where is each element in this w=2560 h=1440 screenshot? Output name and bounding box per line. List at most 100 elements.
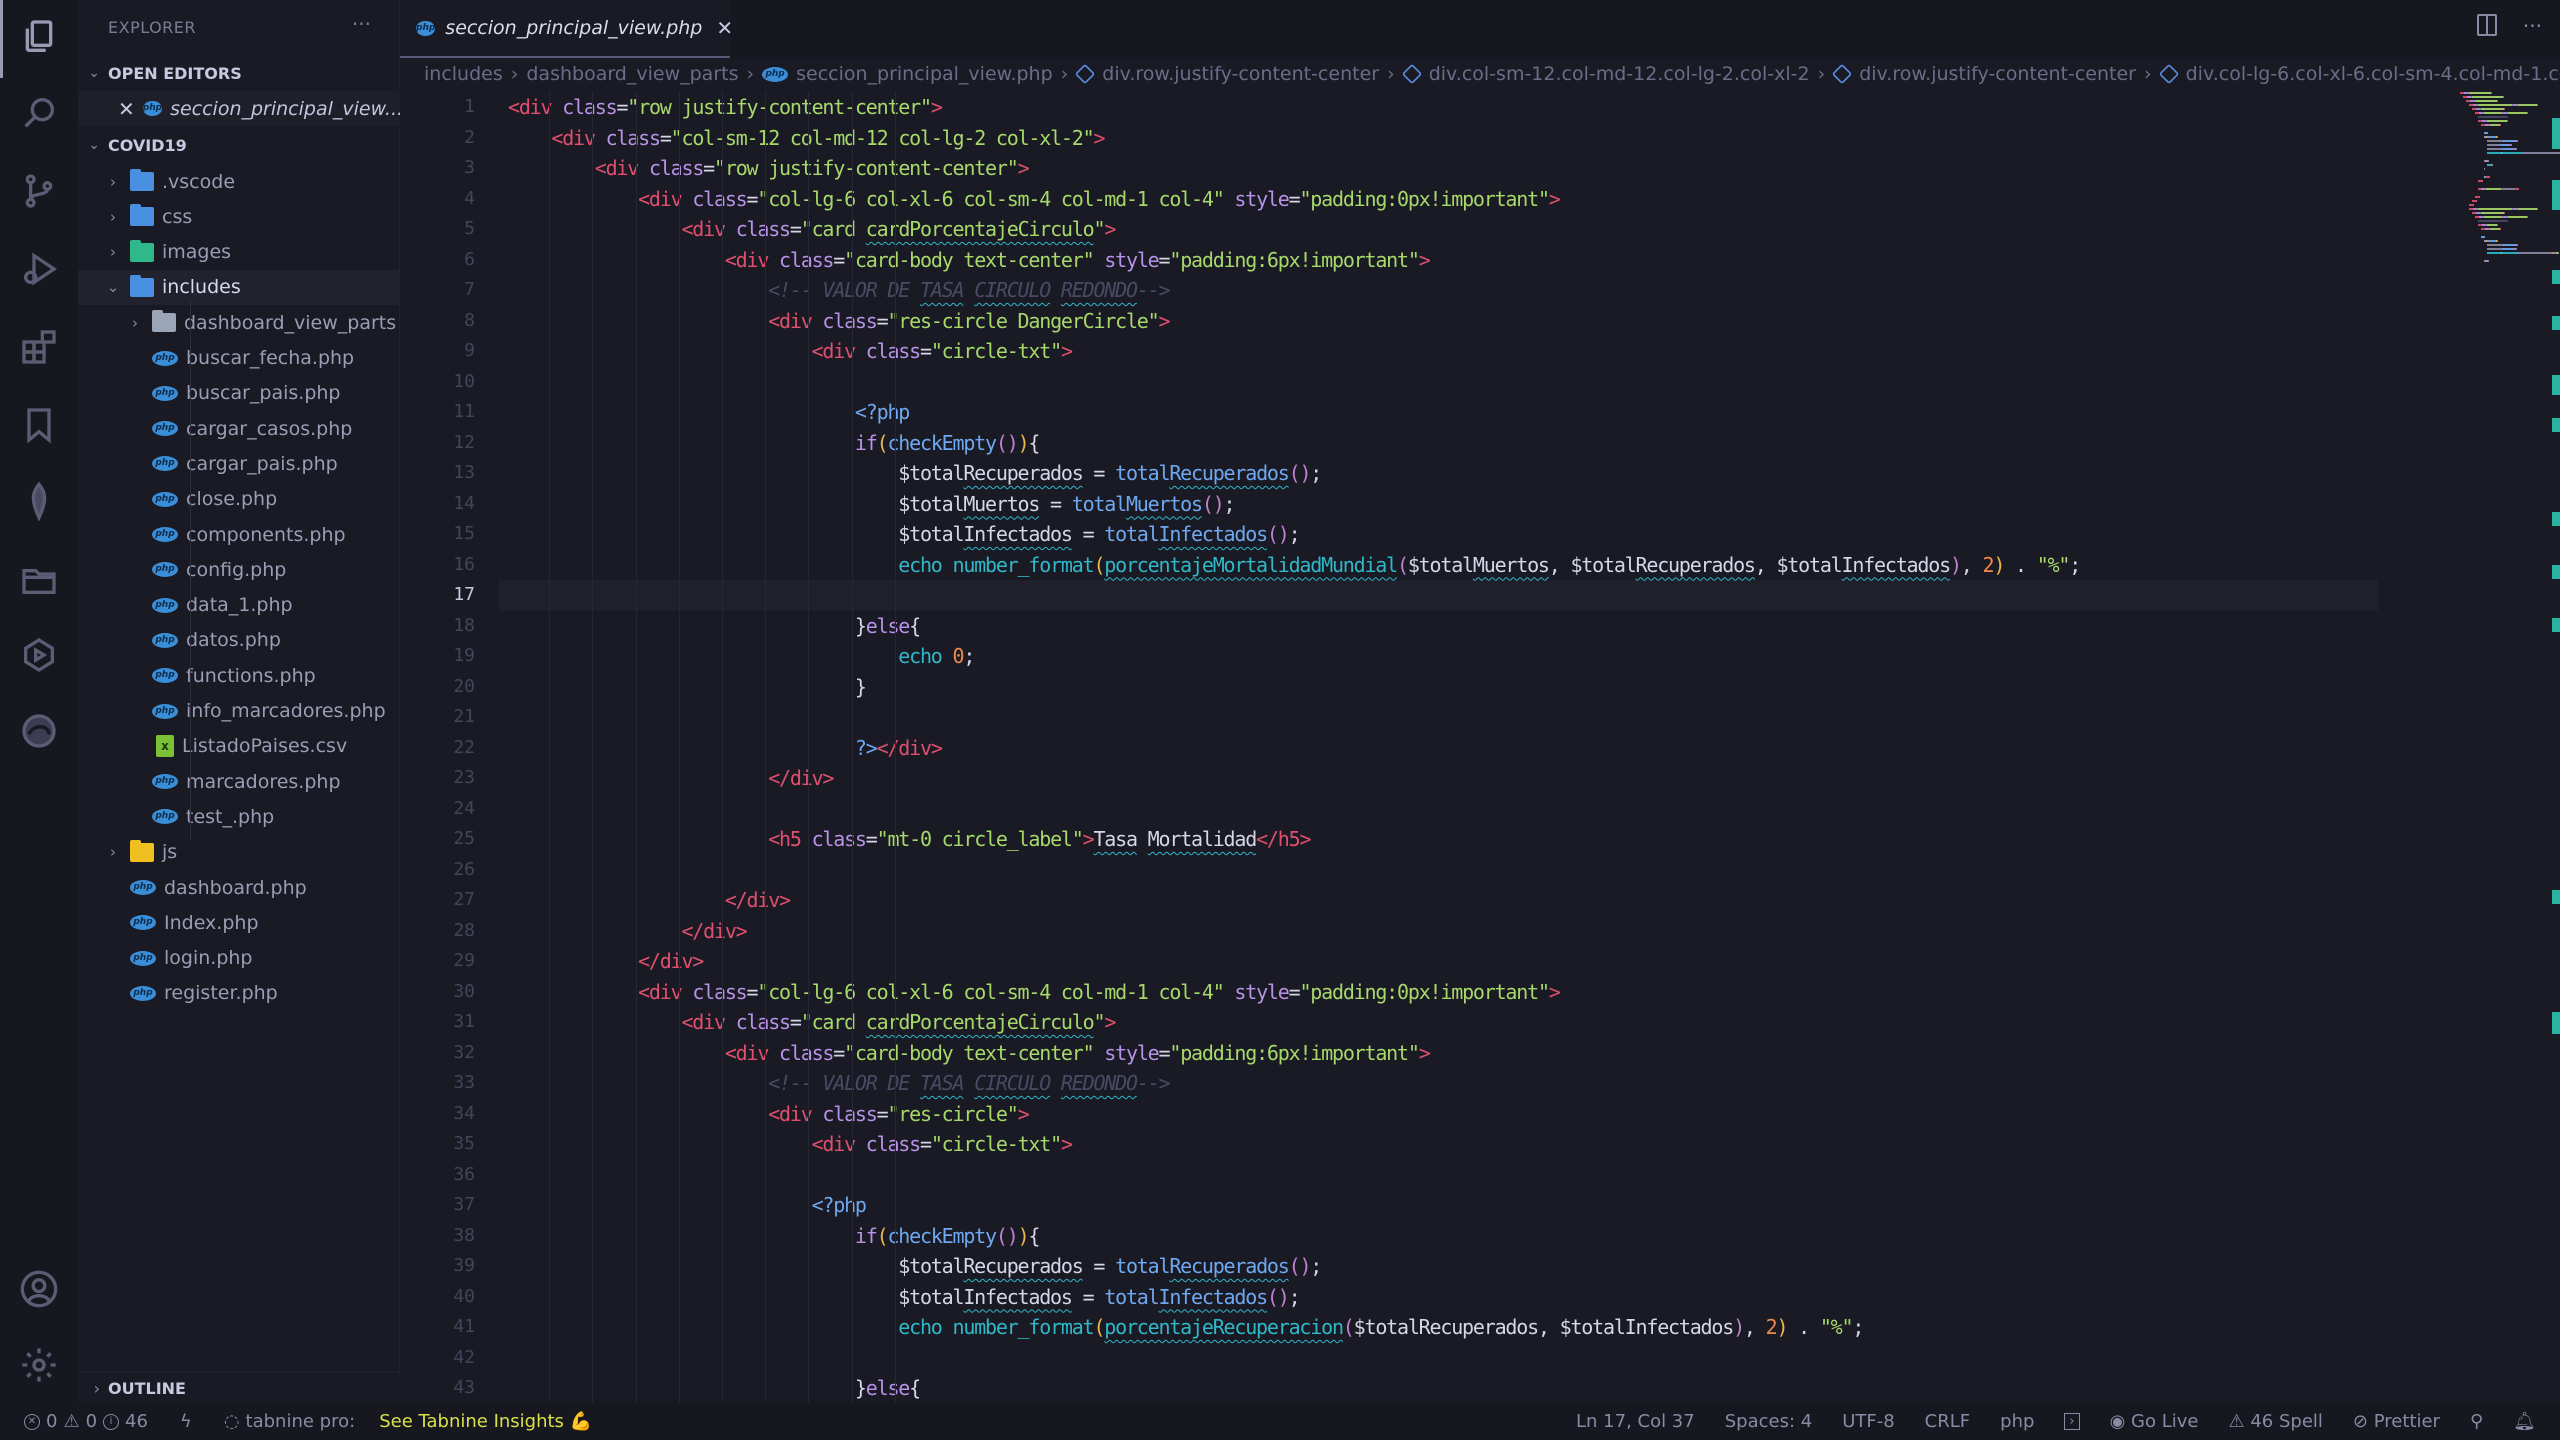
- split-editor-icon[interactable]: [2476, 14, 2497, 36]
- project-manager-icon[interactable]: [16, 556, 62, 602]
- code-line[interactable]: <div class="row justify-content-center">: [508, 92, 2380, 123]
- breadcrumb-item[interactable]: div.col-lg-6.col-xl-6.col-sm-4.col-md-1.…: [2158, 63, 2560, 85]
- code-line[interactable]: echo 0;: [508, 641, 2380, 672]
- code-line[interactable]: [508, 855, 2380, 886]
- tabnine-status[interactable]: tabnine pro:: [246, 1411, 356, 1432]
- run-debug-icon[interactable]: [16, 246, 62, 292]
- code-line[interactable]: $totalInfectados = totalInfectados();: [508, 519, 2380, 550]
- indentation[interactable]: Spaces: 4: [1725, 1411, 1812, 1432]
- tree-folder[interactable]: ⌄ includes: [78, 269, 400, 305]
- code-line[interactable]: [508, 794, 2380, 825]
- minimap[interactable]: [2460, 92, 2560, 472]
- end-of-line[interactable]: CRLF: [1925, 1411, 1970, 1432]
- close-icon[interactable]: ✕: [118, 97, 135, 121]
- feedback-icon[interactable]: ⚲: [2470, 1411, 2483, 1432]
- tree-file[interactable]: php config.php: [78, 552, 400, 587]
- tree-file[interactable]: php info_marcadores.php: [78, 694, 400, 729]
- bookmarks-icon[interactable]: [16, 402, 62, 448]
- code-line[interactable]: <!-- VALOR DE TASA CIRCULO REDONDO-->: [508, 1068, 2380, 1099]
- code-editor[interactable]: 1 2 3 4 5 6 7 8 9 10 11 12 13 14 15 16 17 18 19 20 21 22 23 24 2…: [400, 92, 2560, 1403]
- account-icon[interactable]: [16, 1266, 62, 1312]
- code-line[interactable]: [508, 1343, 2380, 1374]
- code-line[interactable]: <div class="col-sm-12 col-md-12 col-lg-2…: [508, 123, 2380, 154]
- code-line[interactable]: [498, 580, 2378, 611]
- code-line[interactable]: <h5 class="mt-0 circle_label">Tasa Morta…: [508, 824, 2380, 855]
- project-section[interactable]: ⌄ COVID19: [78, 130, 400, 160]
- code-line[interactable]: [508, 1160, 2380, 1191]
- code-line[interactable]: <div class="res-circle">: [508, 1099, 2380, 1130]
- tree-file[interactable]: php buscar_pais.php: [78, 376, 400, 411]
- tree-folder[interactable]: › images: [78, 235, 400, 270]
- tabnine-insights-link[interactable]: See Tabnine Insights 💪: [379, 1411, 592, 1432]
- tree-file[interactable]: php close.php: [78, 482, 400, 517]
- notifications-bell-icon[interactable]: 🔔︎: [2513, 1411, 2536, 1432]
- code-line[interactable]: if(checkEmpty()){: [508, 1221, 2380, 1252]
- code-line[interactable]: [508, 702, 2380, 733]
- code-line[interactable]: echo number_format(porcentajeRecuperacio…: [508, 1312, 2380, 1343]
- source-control-icon[interactable]: [16, 168, 62, 214]
- tree-folder[interactable]: › .vscode: [78, 164, 400, 199]
- tree-folder[interactable]: › dashboard_view_parts: [78, 305, 400, 340]
- code-line[interactable]: <div class="circle-txt">: [508, 336, 2380, 367]
- settings-gear-icon[interactable]: [16, 1342, 62, 1388]
- code-line[interactable]: <div class="card cardPorcentajeCirculo">: [508, 214, 2380, 245]
- tree-folder[interactable]: › js: [78, 835, 400, 870]
- tree-file[interactable]: php login.php: [78, 941, 400, 976]
- breadcrumb-item[interactable]: dashboard_view_parts: [526, 63, 738, 85]
- code-line[interactable]: <div class="row justify-content-center">: [508, 153, 2380, 184]
- code-line[interactable]: <?php: [508, 397, 2380, 428]
- encoding[interactable]: UTF-8: [1842, 1411, 1894, 1432]
- tree-file[interactable]: php components.php: [78, 517, 400, 552]
- breadcrumb-item[interactable]: php seccion_principal_view.php: [762, 63, 1053, 85]
- code-line[interactable]: }else{: [508, 611, 2380, 642]
- breadcrumb-item[interactable]: div.row.justify-content-center: [1832, 63, 2136, 85]
- terminal-icon[interactable]: ›: [2064, 1413, 2080, 1430]
- prettier-button[interactable]: ⊘ Prettier: [2353, 1411, 2440, 1432]
- code-line[interactable]: }else{: [508, 1373, 2380, 1403]
- code-line[interactable]: echo number_format(porcentajeMortalidadM…: [508, 550, 2380, 581]
- tree-file[interactable]: php register.php: [78, 976, 400, 1011]
- tree-file[interactable]: php functions.php: [78, 658, 400, 693]
- code-line[interactable]: </div>: [508, 763, 2380, 794]
- code-line[interactable]: </div>: [508, 885, 2380, 916]
- code-line[interactable]: <div class="card-body text-center" style…: [508, 1038, 2380, 1069]
- explorer-icon[interactable]: [16, 14, 62, 60]
- spell-check-button[interactable]: ⚠ 46 Spell: [2229, 1411, 2323, 1432]
- search-icon[interactable]: [16, 90, 62, 136]
- code-line[interactable]: $totalRecuperados = totalRecuperados();: [508, 458, 2380, 489]
- breadcrumb-item[interactable]: div.col-sm-12.col-md-12.col-lg-2.col-xl-…: [1401, 63, 1810, 85]
- more-actions-button[interactable]: ···: [352, 12, 371, 36]
- tree-file[interactable]: php Index.php: [78, 905, 400, 940]
- code-line[interactable]: <div class="col-lg-6 col-xl-6 col-sm-4 c…: [508, 184, 2380, 215]
- open-editor-item[interactable]: ✕ php seccion_principal_view...: [78, 91, 403, 126]
- problems-button[interactable]: ✕ 0 ⚠ 0 i 46: [24, 1411, 148, 1432]
- tree-file[interactable]: php data_1.php: [78, 588, 400, 623]
- tree-file[interactable]: php cargar_casos.php: [78, 411, 400, 446]
- code-line[interactable]: $totalMuertos = totalMuertos();: [508, 489, 2380, 520]
- code-line[interactable]: $totalInfectados = totalInfectados();: [508, 1282, 2380, 1313]
- code-line[interactable]: </div>: [508, 946, 2380, 977]
- code-line[interactable]: <div class="col-lg-6 col-xl-6 col-sm-4 c…: [508, 977, 2380, 1008]
- breadcrumb-item[interactable]: div.row.justify-content-center: [1075, 63, 1379, 85]
- tree-file[interactable]: php test_.php: [78, 799, 400, 834]
- open-editors-section[interactable]: ⌄ OPEN EDITORS: [78, 58, 400, 88]
- code-line[interactable]: <div class="card-body text-center" style…: [508, 245, 2380, 276]
- mongodb-icon[interactable]: [16, 478, 62, 524]
- edge-devtools-icon[interactable]: [16, 708, 62, 754]
- tab-close-icon[interactable]: ✕: [716, 16, 733, 40]
- code-line[interactable]: <?php: [508, 1190, 2380, 1221]
- code-line[interactable]: ?></div>: [508, 733, 2380, 764]
- outline-section[interactable]: › OUTLINE: [78, 1372, 400, 1403]
- lightning-icon[interactable]: ϟ: [180, 1411, 192, 1432]
- code-line[interactable]: <div class="card cardPorcentajeCirculo">: [508, 1007, 2380, 1038]
- tree-file[interactable]: php dashboard.php: [78, 870, 400, 905]
- code-line[interactable]: <!-- VALOR DE TASA CIRCULO REDONDO-->: [508, 275, 2380, 306]
- language-mode[interactable]: php: [2000, 1411, 2034, 1432]
- code-line[interactable]: <div class="circle-txt">: [508, 1129, 2380, 1160]
- code-line[interactable]: $totalRecuperados = totalRecuperados();: [508, 1251, 2380, 1282]
- more-actions-icon[interactable]: ···: [2523, 14, 2542, 38]
- tree-file[interactable]: x ListadoPaises.csv: [78, 729, 400, 764]
- code-line[interactable]: <div class="res-circle DangerCircle">: [508, 306, 2380, 337]
- tree-file[interactable]: php datos.php: [78, 623, 400, 658]
- cursor-position[interactable]: Ln 17, Col 37: [1576, 1411, 1695, 1432]
